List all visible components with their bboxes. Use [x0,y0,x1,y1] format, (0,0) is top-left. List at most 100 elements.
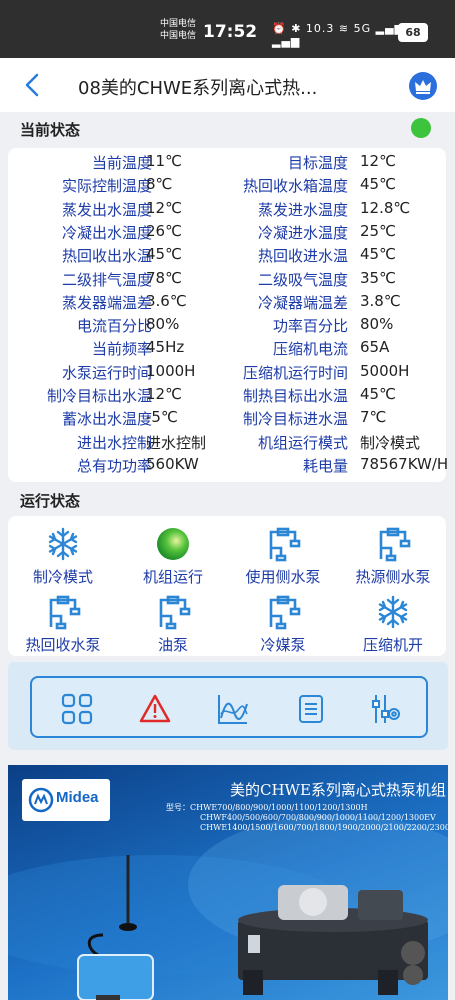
status-value: 25℃ [360,221,396,240]
run-status-item: 热回收水泵 [8,594,118,655]
pump-icon [375,526,411,562]
status-value: 7℃ [360,408,387,427]
online-indicator [411,118,431,138]
status-label: 功率百分比 [272,317,348,336]
curve-icon[interactable] [216,692,250,726]
pump-icon [155,594,191,630]
crown-icon[interactable] [409,72,437,100]
product-banner: Midea 美的CHWE系列离心式热泵机组 型号：CHWE700/800/900… [8,765,448,1000]
status-row: 冷凝出水温度 26℃ 冷凝进水温度 25℃ [8,222,446,245]
system-status-bar: 中国电信 中国电信 17:52 ⏰ ✱ 10.3 ≋ 5G ▂▄▆ 4G ▂▄▆… [0,0,455,58]
run-status-label: 油泵 [157,636,188,654]
midea-brand-text: Midea [56,789,99,806]
snowflake-icon [375,594,411,630]
settings-icon[interactable] [368,692,402,726]
status-label: 冷凝器端温差 [257,293,348,312]
status-label: 蓄冰出水温度 [61,410,152,429]
status-row: 当前频率 45Hz 压缩机电流 65A [8,338,446,361]
status-label: 电流百分比 [76,317,152,336]
status-value: 65A [360,338,390,357]
run-status-item: 使用侧水泵 [228,526,338,587]
gateway-device-image [77,855,154,1000]
status-row: 进出水控制 进水控制 机组运行模式 制冷模式 [8,432,446,455]
status-value: 78℃ [146,268,182,287]
carrier-2: 中国电信 [160,31,197,41]
run-status-item: 热源侧水泵 [338,526,448,587]
run-status-item: 油泵 [118,594,228,655]
status-value: 26℃ [146,221,182,240]
status-value: 80% [360,315,394,334]
green-ball-icon [155,526,191,562]
run-status-label: 热回收水泵 [25,636,101,654]
status-label: 耗电量 [302,456,348,475]
status-label: 当前温度 [91,154,152,172]
app-header: 08美的CHWE系列离心式热... [0,58,455,112]
status-value: 45℃ [360,175,396,194]
run-status-label: 热源侧水泵 [355,568,431,586]
run-status-item: 机组运行 [118,526,228,587]
status-row: 制冷目标出水温 12℃ 制热目标出水温 45℃ [8,385,446,408]
status-value: 12℃ [360,152,396,170]
run-status-label: 压缩机开 [362,636,423,654]
clock: 17:52 [203,22,258,42]
status-value: 45℃ [146,245,182,264]
status-label: 进出水控制 [76,433,152,452]
status-label: 当前频率 [91,340,152,359]
status-label: 压缩机电流 [272,340,348,359]
status-value: 1000H [146,361,196,380]
status-label: 机组运行模式 [257,433,348,452]
status-value: -5℃ [146,408,178,427]
status-row: 电流百分比 80% 功率百分比 80% [8,315,446,338]
snowflake-icon [45,526,81,562]
toolbar-panel [8,662,448,750]
status-value: 制冷模式 [360,433,421,452]
status-row: 蓄冰出水温度 -5℃ 制冷目标进水温 7℃ [8,408,446,431]
run-status-label: 冷媒泵 [260,636,306,654]
carrier-info: 中国电信 中国电信 [160,18,196,42]
run-status-item: 冷媒泵 [228,594,338,655]
pump-icon [265,594,301,630]
status-value: 78567KW/H [360,454,449,473]
status-value: 35℃ [360,268,396,287]
list-icon[interactable] [294,692,328,726]
status-label: 二级吸气温度 [257,270,348,289]
status-row: 蒸发器端温差 3.6℃ 冷凝器端温差 3.8℃ [8,292,446,315]
status-value: 45℃ [360,245,396,264]
models-line-2: CHWF400/500/600/700/800/900/1000/1100/12… [200,813,436,822]
banner-models: 型号：CHWE700/800/900/1000/1100/1200/1300H … [166,803,448,833]
alarm-icon[interactable] [138,692,172,726]
grid-icon[interactable] [60,692,94,726]
status-value: 3.8℃ [360,291,401,310]
pump-icon [45,594,81,630]
status-label: 热回收出水温 [61,247,152,266]
banner-title: 美的CHWE系列离心式热泵机组 [230,781,446,799]
status-row: 二级排气温度 78℃ 二级吸气温度 35℃ [8,269,446,292]
status-value: 45℃ [360,385,396,403]
status-value: 560KW [146,454,199,473]
status-label: 总有功功率 [76,456,152,475]
status-label: 蒸发器端温差 [61,293,152,312]
status-value: 11℃ [146,152,182,170]
run-status-label: 制冷模式 [32,568,93,586]
status-row: 热回收出水温 45℃ 热回收进水温 45℃ [8,245,446,268]
status-value: 进水控制 [146,433,207,452]
status-label: 冷凝出水温度 [61,223,152,242]
current-status-title: 当前状态 [20,121,81,139]
status-value: 12.8℃ [360,198,411,217]
status-label: 蒸发出水温度 [61,200,152,219]
status-label: 目标温度 [287,154,348,172]
status-label: 热回收水箱温度 [242,177,348,196]
status-row: 总有功功率 560KW 耗电量 78567KW/H [8,454,449,478]
status-value: 3.6℃ [146,291,187,310]
models-line-3: CHWE1400/1500/1600/700/1800/1900/2000/21… [200,823,448,832]
status-row: 当前温度 11℃ 目标温度 12℃ [8,152,446,175]
run-status-item: 制冷模式 [8,526,118,587]
status-row: 蒸发出水温度 12℃ 蒸发进水温度 12.8℃ [8,199,446,222]
status-label: 压缩机运行时间 [242,363,348,382]
current-status-card: 当前温度 11℃ 目标温度 12℃ 实际控制温度 8℃ 热回收水箱温度 45℃ 蒸发出水温度 12… [8,148,449,482]
run-status-label: 机组运行 [142,568,203,586]
status-label: 水泵运行时间 [61,363,152,382]
back-arrow-icon[interactable] [22,72,44,98]
run-status-card: 制冷模式 机组运行 使用侧水泵 热源侧水泵热回收水泵 油泵 冷媒泵 压缩机开 [8,516,446,656]
battery-icon: 68 [398,23,428,42]
